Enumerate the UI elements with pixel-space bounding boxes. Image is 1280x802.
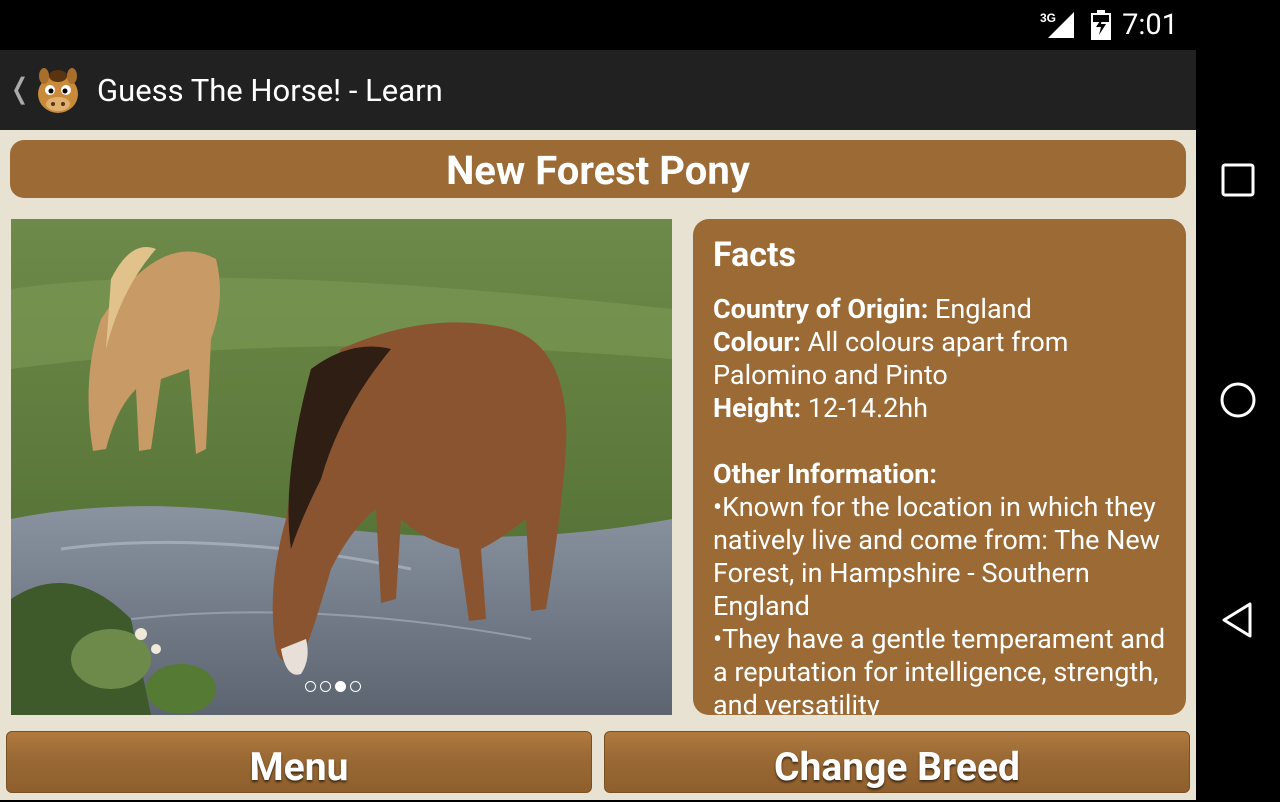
colour-label: Colour: xyxy=(713,326,801,358)
height-label: Height: xyxy=(713,392,802,424)
learn-screen: New Forest Pony Facts Country of Origin:… xyxy=(0,130,1196,800)
other-information-label: Other Information: xyxy=(713,458,937,490)
facts-panel[interactable]: Facts Country of Origin: England Colour:… xyxy=(693,219,1186,715)
other-info-item: •They have a gentle temperament and a re… xyxy=(713,623,1166,715)
horse-app-icon[interactable] xyxy=(32,64,84,116)
home-circle-icon[interactable] xyxy=(1218,380,1258,420)
page-dot[interactable] xyxy=(320,681,331,692)
status-bar: 3G 7:01 xyxy=(0,0,1196,50)
horse-photo xyxy=(11,219,672,715)
back-triangle-icon[interactable] xyxy=(1218,600,1258,640)
height-value: 12-14.2hh xyxy=(801,392,928,424)
action-bar: ❬ Guess The Horse! - Learn xyxy=(0,50,1196,130)
recents-square-icon[interactable] xyxy=(1218,160,1258,200)
network-type-label: 3G xyxy=(1040,11,1056,25)
facts-title: Facts xyxy=(713,235,796,275)
change-breed-button[interactable]: Change Breed xyxy=(604,731,1190,793)
country-label: Country of Origin: xyxy=(713,293,929,325)
menu-button[interactable]: Menu xyxy=(6,731,592,793)
gallery-page-indicator xyxy=(305,681,361,692)
colour: Colour: All colours apart from Palomino … xyxy=(713,326,1166,392)
battery-icon xyxy=(1090,10,1112,44)
navigation-bar xyxy=(1196,0,1280,800)
breed-name-banner: New Forest Pony xyxy=(10,140,1186,198)
other-info-item: •Known for the location in which they na… xyxy=(713,491,1160,622)
country-of-origin: Country of Origin: England xyxy=(713,293,1166,326)
cellular-signal-icon: 3G xyxy=(1040,8,1080,44)
page-dot-active[interactable] xyxy=(335,681,346,692)
country-value: England xyxy=(928,293,1032,325)
clock: 7:01 xyxy=(1122,8,1178,42)
horse-photo-gallery[interactable] xyxy=(11,219,672,715)
page-dot[interactable] xyxy=(305,681,316,692)
back-chevron-icon[interactable]: ❬ xyxy=(8,72,31,105)
height: Height: 12-14.2hh xyxy=(713,392,1166,425)
page-dot[interactable] xyxy=(350,681,361,692)
app-title: Guess The Horse! - Learn xyxy=(97,72,443,109)
